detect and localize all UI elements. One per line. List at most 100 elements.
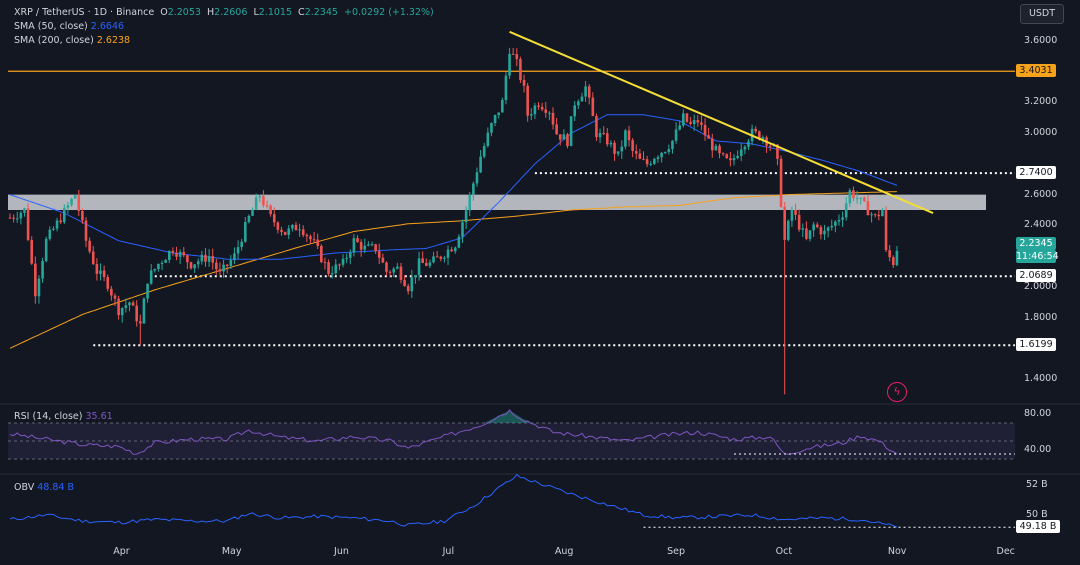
candle-body <box>529 114 533 116</box>
candle-body <box>725 154 729 159</box>
candle-body <box>584 86 587 97</box>
obv-current-tag: 49.18 B <box>1016 520 1060 534</box>
candle-body <box>877 214 881 217</box>
candle-body <box>399 266 403 280</box>
month-axis-tick: Apr <box>113 546 130 557</box>
candle-body <box>110 288 113 296</box>
candle-body <box>305 235 309 237</box>
candle-body <box>805 228 808 239</box>
candle-body <box>272 214 276 223</box>
ohlc-low-value: 2.1015 <box>258 7 292 18</box>
candle-body <box>558 134 562 140</box>
candle-body <box>674 129 678 141</box>
currency-button[interactable]: USDT <box>1020 4 1064 24</box>
obv-legend[interactable]: OBV 48.84 B <box>14 482 74 493</box>
candle-body <box>598 132 602 138</box>
candle-body <box>374 244 377 252</box>
candle-body <box>55 220 59 229</box>
sma200-line <box>9 191 897 349</box>
candle-body <box>63 207 66 223</box>
candle-body <box>341 258 345 265</box>
level-tag: 3.4031 <box>1016 64 1056 78</box>
candle-body <box>128 302 131 306</box>
candle-body <box>363 245 367 250</box>
candle-body <box>548 112 551 114</box>
candle-body <box>815 224 819 228</box>
candle-body <box>338 264 341 266</box>
candle-body <box>482 146 486 157</box>
candle-body <box>334 264 338 274</box>
candle-body <box>320 245 323 263</box>
candle-body <box>95 264 99 274</box>
candle-body <box>797 214 801 230</box>
candle-body <box>823 230 826 235</box>
candle-body <box>866 201 870 216</box>
obv-line <box>9 473 898 528</box>
candle-body <box>164 259 167 263</box>
ohlc-open-key: O <box>160 7 168 18</box>
candle-body <box>754 128 758 132</box>
candle-body <box>26 208 30 240</box>
candle-body <box>70 198 73 206</box>
candle-body <box>710 138 714 151</box>
candle-body <box>472 183 475 195</box>
candle-body <box>783 206 786 240</box>
flash-icon[interactable]: ϟ <box>887 382 907 402</box>
month-axis-tick: Oct <box>775 546 793 557</box>
candle-body <box>504 75 508 101</box>
candle-body <box>207 256 211 262</box>
candle-body <box>73 195 77 199</box>
candle-body <box>392 268 396 273</box>
candle-body <box>577 101 580 106</box>
sma200-legend[interactable]: SMA (200, close) 2.6238 <box>14 35 130 46</box>
candle-body <box>294 224 298 231</box>
candle-body <box>23 208 26 213</box>
candle-body <box>580 96 584 102</box>
candle-body <box>537 105 540 107</box>
candle-body <box>312 239 316 241</box>
sma50-legend[interactable]: SMA (50, close) 2.6646 <box>14 21 124 32</box>
candle-body <box>653 158 656 164</box>
candle-body <box>508 53 511 76</box>
candle-body <box>696 120 700 123</box>
candle-body <box>425 263 428 266</box>
candle-body <box>327 262 330 274</box>
candle-body <box>175 252 178 257</box>
candle-body <box>721 153 725 155</box>
candle-body <box>215 262 218 270</box>
candle-body <box>200 254 204 262</box>
candle-body <box>258 195 262 198</box>
candle-body <box>222 264 225 272</box>
candle-body <box>779 158 783 207</box>
candle-body <box>801 228 805 230</box>
candle-body <box>595 116 598 138</box>
month-axis-tick: May <box>221 546 242 557</box>
candle-body <box>819 227 823 235</box>
candle-body <box>453 247 457 252</box>
candle-body <box>685 113 689 122</box>
candle-body <box>146 283 149 299</box>
price-axis-tick: 2.6000 <box>1024 188 1058 200</box>
descending-trendline <box>509 30 934 214</box>
candle-body <box>627 130 631 141</box>
candle-body <box>555 124 558 135</box>
candle-body <box>631 140 634 151</box>
candle-body <box>167 250 171 260</box>
candle-body <box>790 209 794 221</box>
ohlc-open-value: 2.2053 <box>167 7 201 18</box>
candle-body <box>468 194 472 211</box>
candle-body <box>718 145 721 154</box>
candle-body <box>370 244 374 246</box>
candle-body <box>276 222 280 230</box>
candle-body <box>863 197 866 202</box>
candle-body <box>613 142 616 154</box>
candle-body <box>254 197 258 210</box>
month-axis-tick: Jul <box>442 546 455 557</box>
month-axis-tick: Aug <box>554 546 574 557</box>
rsi-legend[interactable]: RSI (14, close) 35.61 <box>14 411 113 422</box>
candle-body <box>682 113 685 126</box>
bar-countdown-tag: 11:46:54 <box>1016 249 1059 263</box>
candle-body <box>432 256 435 263</box>
candle-body <box>671 140 674 150</box>
candle-body <box>66 205 70 208</box>
